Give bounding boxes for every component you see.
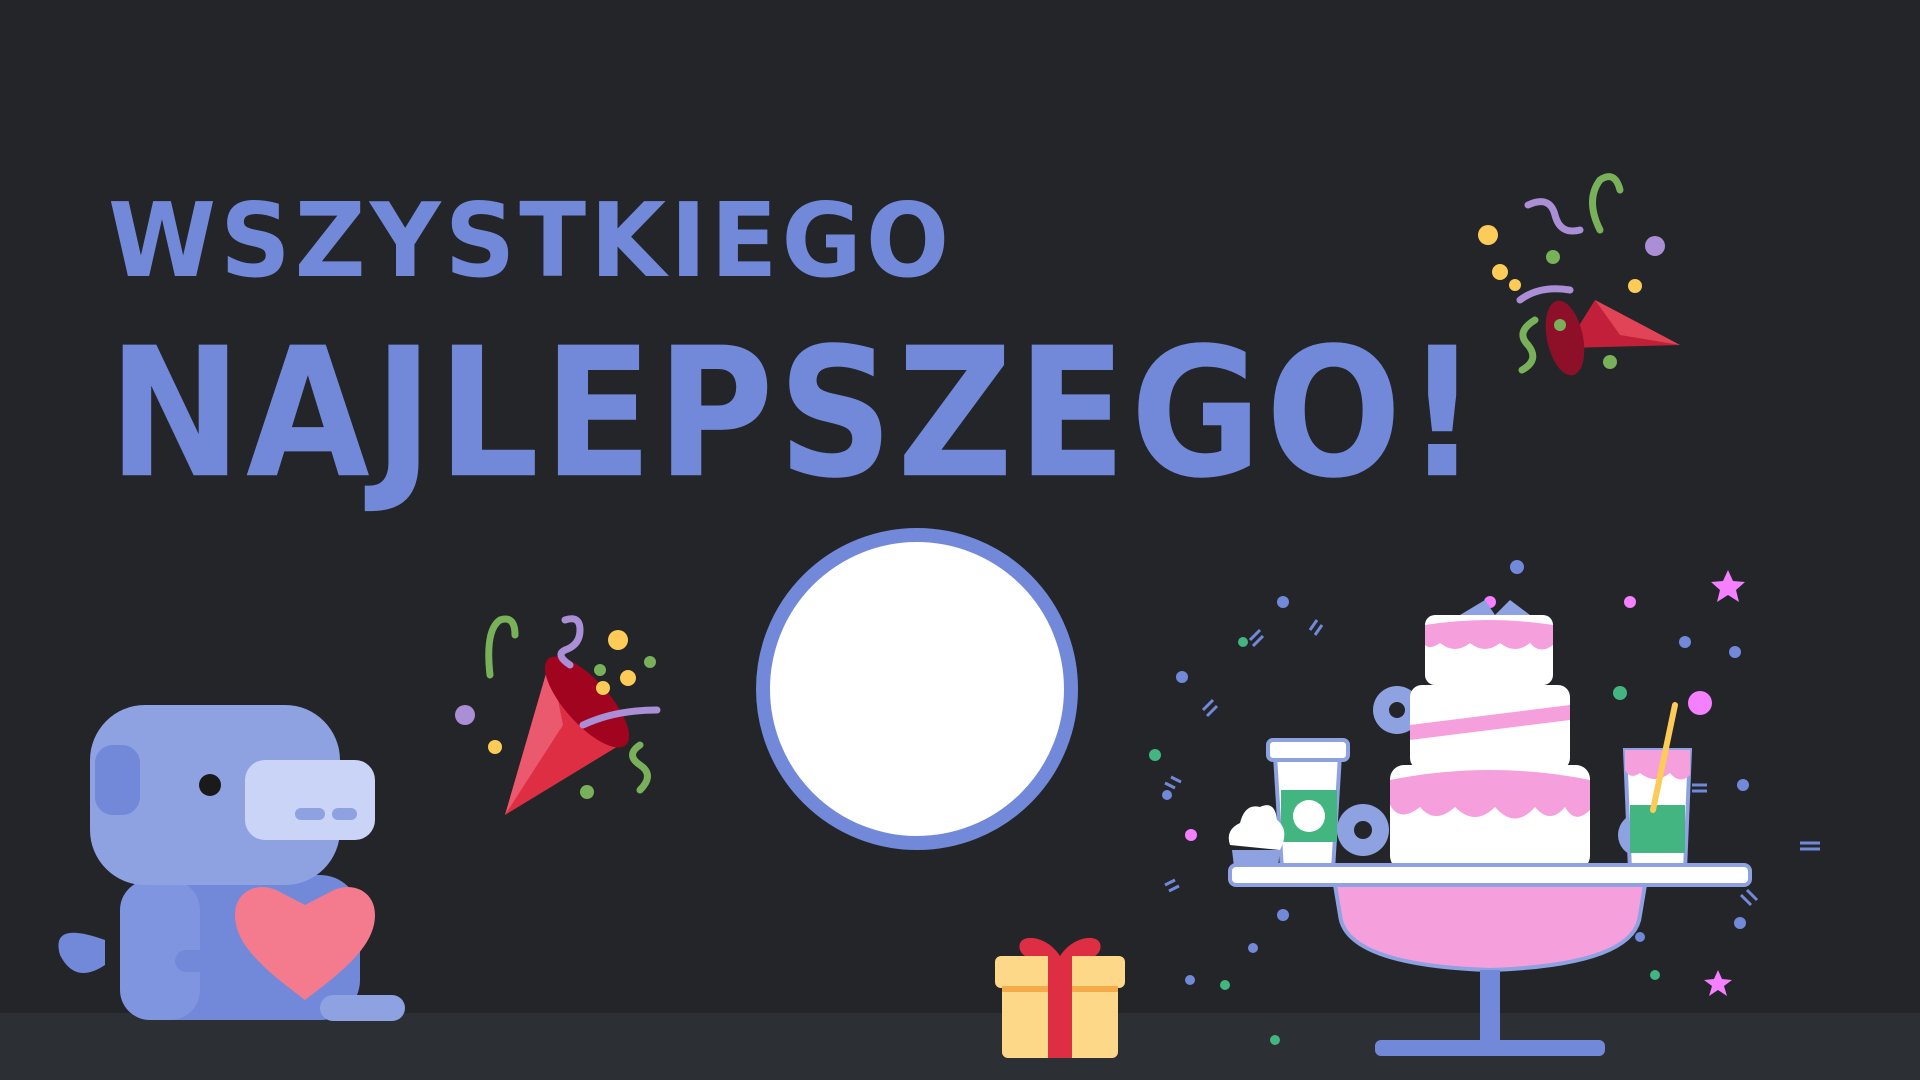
party-popper-icon [455, 615, 661, 815]
greeting-line-1: WSZYSTKIEGO [108, 181, 954, 302]
party-popper-icon [1478, 173, 1680, 376]
gift-icon [995, 937, 1125, 1058]
greeting-headline: WSZYSTKIEGO NAJLEPSZEGO! [108, 181, 1483, 503]
wumpus-mascot [58, 705, 405, 1021]
avatar-placeholder [756, 528, 1078, 850]
greeting-line-2: NAJLEPSZEGO! [108, 308, 1483, 518]
birthday-cake-table [1149, 560, 1820, 1056]
birthday-banner: WSZYSTKIEGO NAJLEPSZEGO! [0, 0, 1920, 1080]
